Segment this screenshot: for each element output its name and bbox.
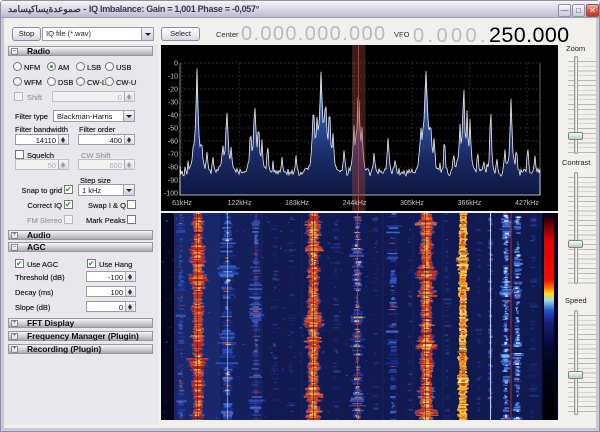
svg-text:-70: -70 — [168, 152, 178, 159]
svg-text:0: 0 — [174, 61, 178, 68]
svg-text:61kHz: 61kHz — [172, 200, 192, 207]
svg-text:-10: -10 — [168, 74, 178, 81]
svg-text:-90: -90 — [168, 178, 178, 185]
svg-text:183kHz: 183kHz — [285, 200, 309, 207]
svg-text:-20: -20 — [168, 87, 178, 94]
svg-text:-100: -100 — [164, 191, 178, 198]
svg-text:-50: -50 — [168, 126, 178, 133]
svg-text:244kHz: 244kHz — [343, 200, 367, 207]
svg-text:-30: -30 — [168, 100, 178, 107]
svg-text:122kHz: 122kHz — [228, 200, 252, 207]
svg-text:-60: -60 — [168, 139, 178, 146]
svg-text:-80: -80 — [168, 165, 178, 172]
svg-text:-40: -40 — [168, 113, 178, 120]
svg-text:427kHz: 427kHz — [515, 200, 539, 207]
svg-text:305kHz: 305kHz — [400, 200, 424, 207]
svg-text:366kHz: 366kHz — [458, 200, 482, 207]
